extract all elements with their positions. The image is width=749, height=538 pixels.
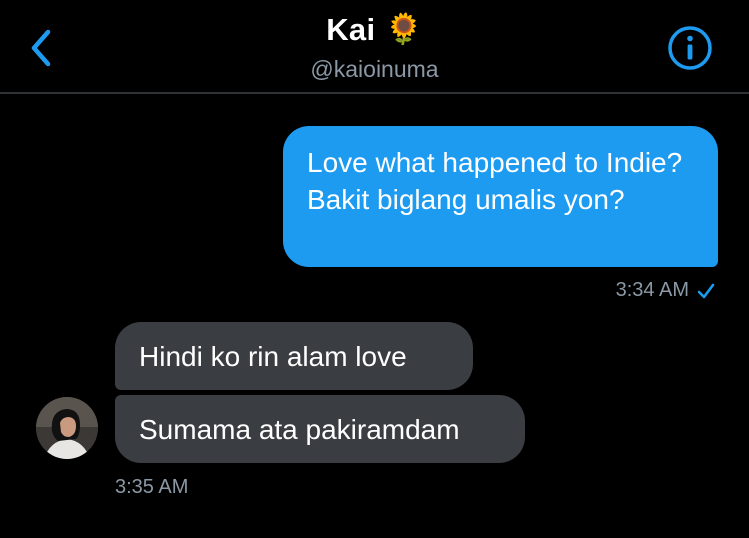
incoming-message-text: Sumama ata pakiramdam [139, 413, 460, 445]
outgoing-message-meta: 3:34 AM [616, 279, 715, 302]
title-row: Kai 🌻 [326, 12, 423, 48]
incoming-message-text: Hindi ko rin alam love [139, 340, 407, 372]
info-icon [668, 26, 712, 70]
contact-name: Kai [326, 12, 376, 47]
avatar[interactable] [36, 397, 98, 459]
conversation-title-block: Kai 🌻 @kaioinuma [0, 12, 749, 83]
conversation-info-button[interactable] [667, 25, 713, 71]
incoming-message-bubble[interactable]: Sumama ata pakiramdam [115, 395, 525, 463]
contact-handle: @kaioinuma [310, 56, 439, 82]
header-divider [0, 92, 749, 94]
outgoing-message-time: 3:34 AM [615, 279, 689, 301]
outgoing-message-bubble[interactable]: Love what happened to Indie? Bakit bigla… [283, 126, 718, 267]
conversation-header: Kai 🌻 @kaioinuma [0, 0, 749, 92]
incoming-message-bubble[interactable]: Hindi ko rin alam love [115, 322, 473, 390]
outgoing-message-text: Love what happened to Indie? Bakit bigla… [307, 147, 683, 215]
incoming-message-time: 3:35 AM [115, 476, 189, 498]
sunflower-emoji: 🌻 [385, 13, 423, 46]
checkmark-icon [697, 283, 715, 298]
profile-photo [36, 397, 98, 459]
